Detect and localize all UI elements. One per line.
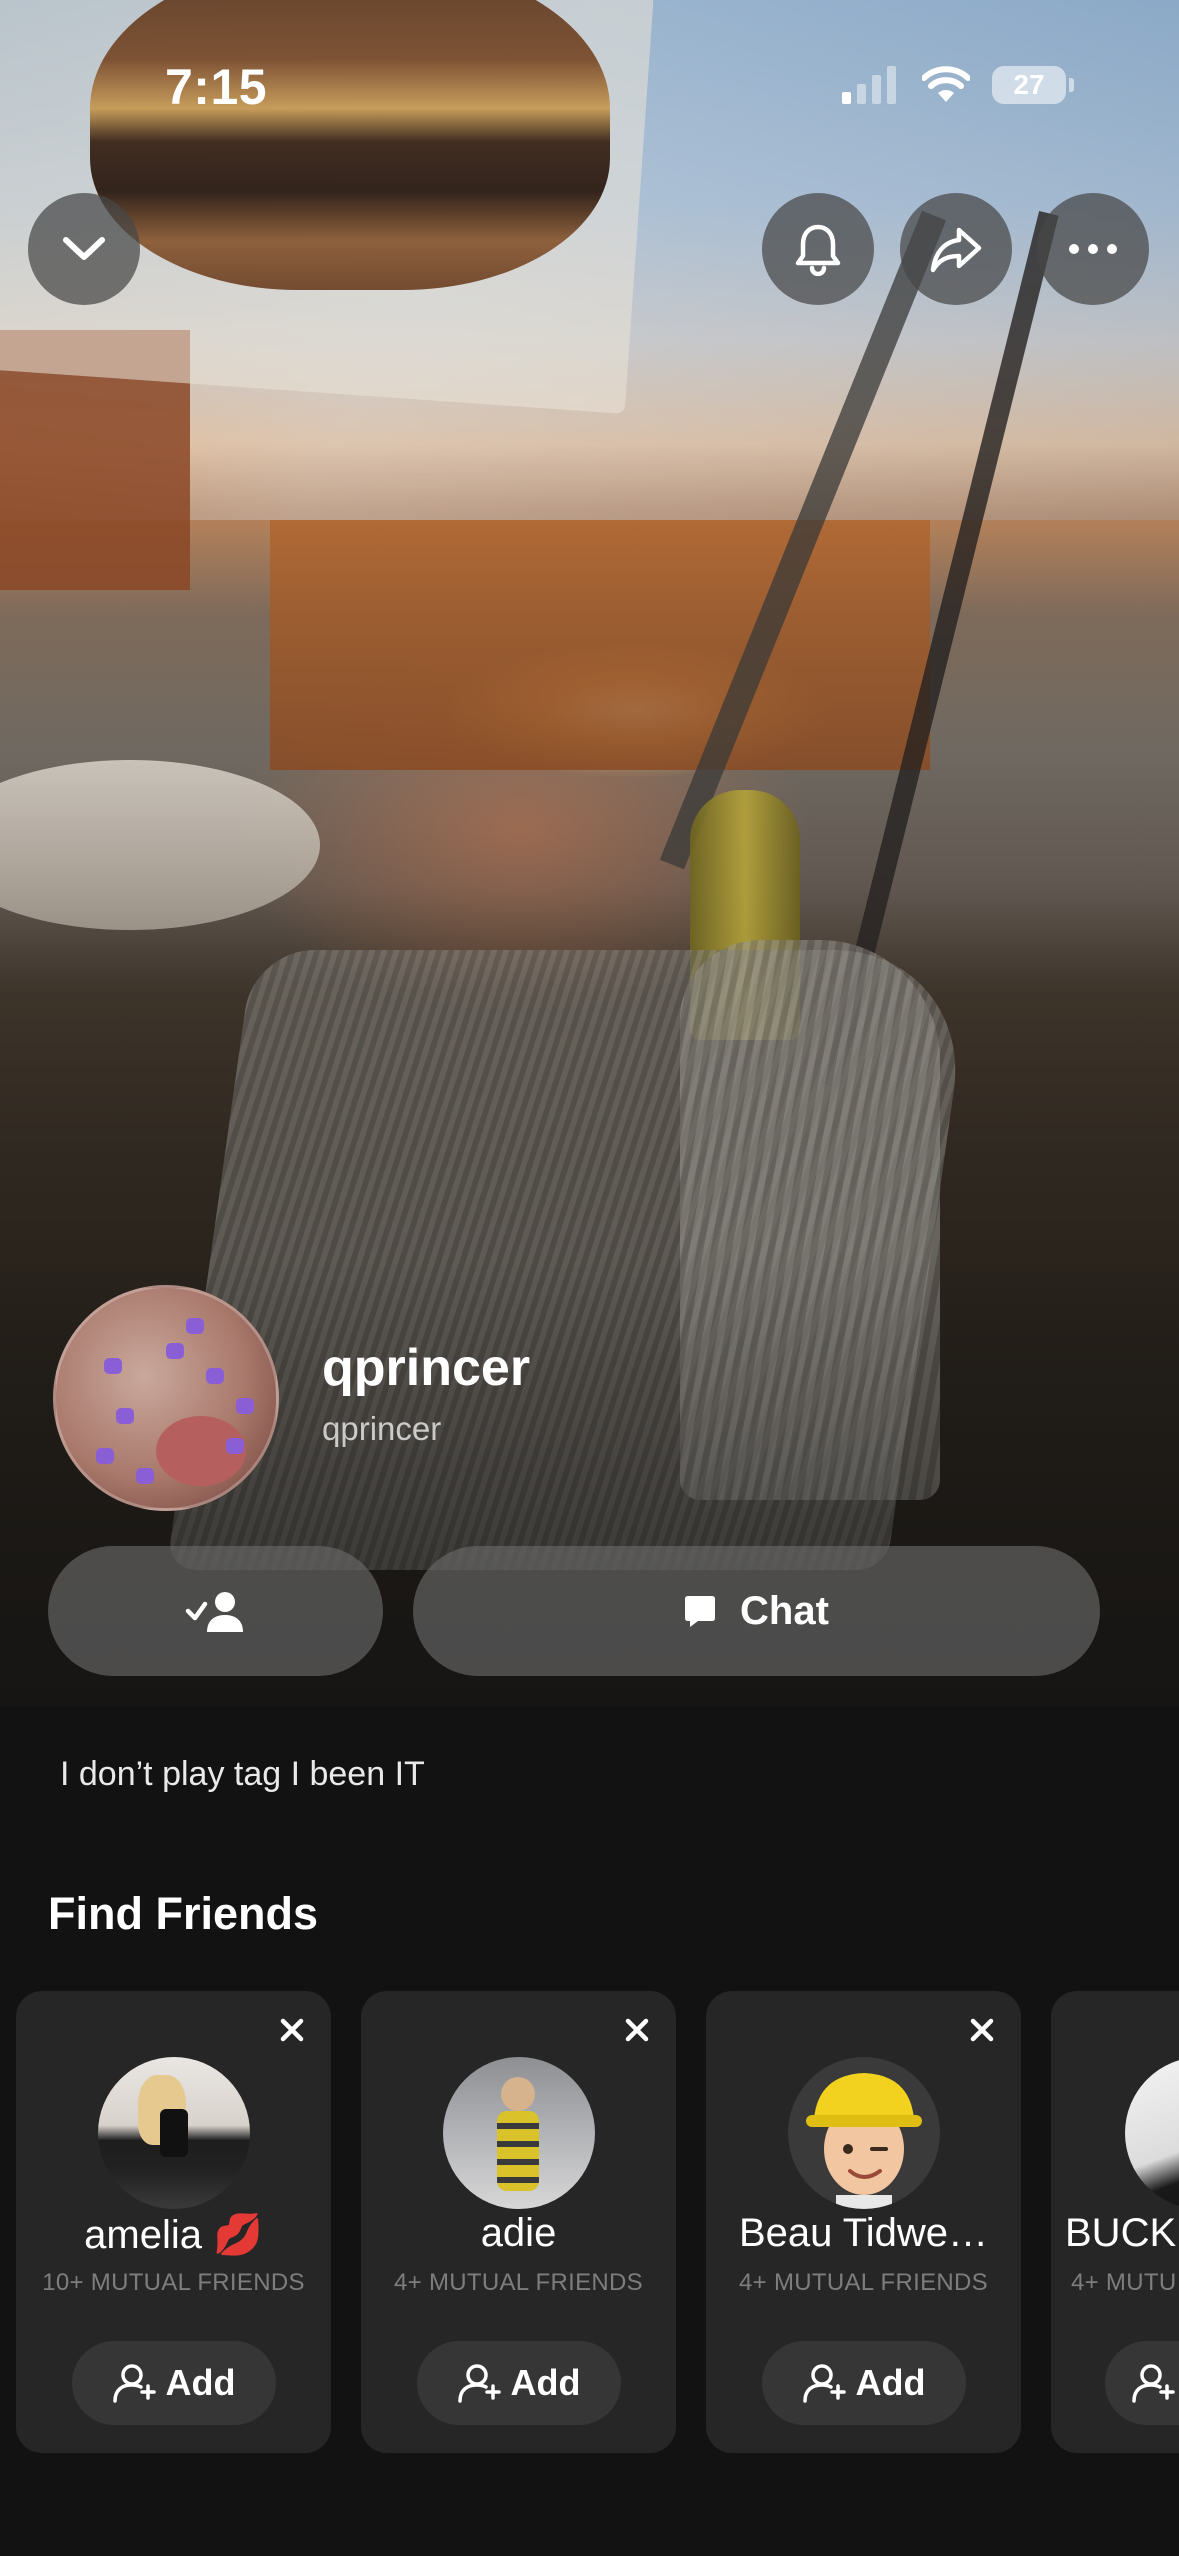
- friend-suggestion-card[interactable]: BUCK 4+ MUTU: [1051, 1991, 1179, 2453]
- friend-name: BUCK: [1065, 2211, 1177, 2255]
- share-button[interactable]: [900, 193, 1012, 305]
- add-friend-button[interactable]: Add: [71, 2341, 276, 2425]
- collapse-button[interactable]: [28, 193, 140, 305]
- status-time: 7:15: [165, 59, 268, 115]
- close-icon: [280, 2018, 304, 2042]
- add-friend-label: Add: [855, 2362, 926, 2403]
- friend-suggestion-card[interactable]: amelia 💋 10+ MUTUAL FRIENDS Add: [16, 1991, 331, 2453]
- dismiss-button[interactable]: [957, 2005, 1007, 2055]
- cellular-signal-icon: [842, 66, 896, 104]
- friend-name: amelia 💋: [84, 2213, 263, 2257]
- chat-button-label: Chat: [740, 1588, 829, 1633]
- add-friend-label: Add: [165, 2362, 236, 2403]
- profile-display-name: qprincer: [322, 1339, 531, 1397]
- add-friend-icon: [112, 2364, 156, 2403]
- add-friend-icon: [802, 2364, 846, 2403]
- add-friend-icon: [457, 2364, 501, 2403]
- bell-icon: [795, 224, 841, 276]
- profile-bio: I don’t play tag I been IT: [60, 1755, 425, 1793]
- add-friend-icon: [1132, 2364, 1175, 2403]
- friend-avatar: [442, 2057, 595, 2209]
- add-friend-label: Add: [510, 2362, 581, 2403]
- friend-status-button[interactable]: [48, 1546, 383, 1676]
- battery-indicator: 27: [992, 66, 1074, 104]
- friend-avatar: [97, 2057, 250, 2209]
- dismiss-button[interactable]: [612, 2005, 662, 2055]
- profile-avatar[interactable]: [53, 1285, 279, 1511]
- share-arrow-icon: [930, 227, 982, 273]
- bitmoji-avatar: [787, 2057, 940, 2209]
- notifications-button[interactable]: [762, 193, 874, 305]
- status-icons: 27: [842, 66, 1074, 104]
- add-friend-button[interactable]: Add: [416, 2341, 621, 2425]
- mutual-friends-count: 4+ MUTU: [1071, 2269, 1177, 2296]
- more-icon: [1069, 244, 1117, 254]
- dismiss-button[interactable]: [267, 2005, 317, 2055]
- find-friends-title: Find Friends: [48, 1888, 318, 1939]
- friend-name: Beau Tidwe…: [738, 2211, 989, 2255]
- chevron-down-icon: [63, 237, 105, 260]
- more-options-button[interactable]: [1037, 193, 1149, 305]
- friend-check-icon: [185, 1592, 243, 1632]
- add-friend-button[interactable]: Add: [761, 2341, 966, 2425]
- mutual-friends-count: 4+ MUTUAL FRIENDS: [394, 2269, 643, 2296]
- mutual-friends-count: 4+ MUTUAL FRIENDS: [739, 2269, 988, 2296]
- friend-suggestion-card[interactable]: Beau Tidwe… 4+ MUTUAL FRIENDS Add: [706, 1991, 1021, 2453]
- close-icon: [970, 2018, 994, 2042]
- friend-avatar: [1125, 2057, 1179, 2209]
- wifi-icon: [922, 66, 970, 102]
- profile-username: qprincer: [322, 1410, 442, 1447]
- friend-suggestion-card[interactable]: adie 4+ MUTUAL FRIENDS Add: [361, 1991, 676, 2453]
- mutual-friends-count: 10+ MUTUAL FRIENDS: [42, 2269, 305, 2296]
- chat-button[interactable]: Chat: [413, 1546, 1100, 1676]
- chat-bubble-icon: [685, 1596, 716, 1627]
- close-icon: [625, 2018, 649, 2042]
- add-friend-button[interactable]: [1105, 2341, 1179, 2425]
- friend-name: adie: [480, 2211, 557, 2255]
